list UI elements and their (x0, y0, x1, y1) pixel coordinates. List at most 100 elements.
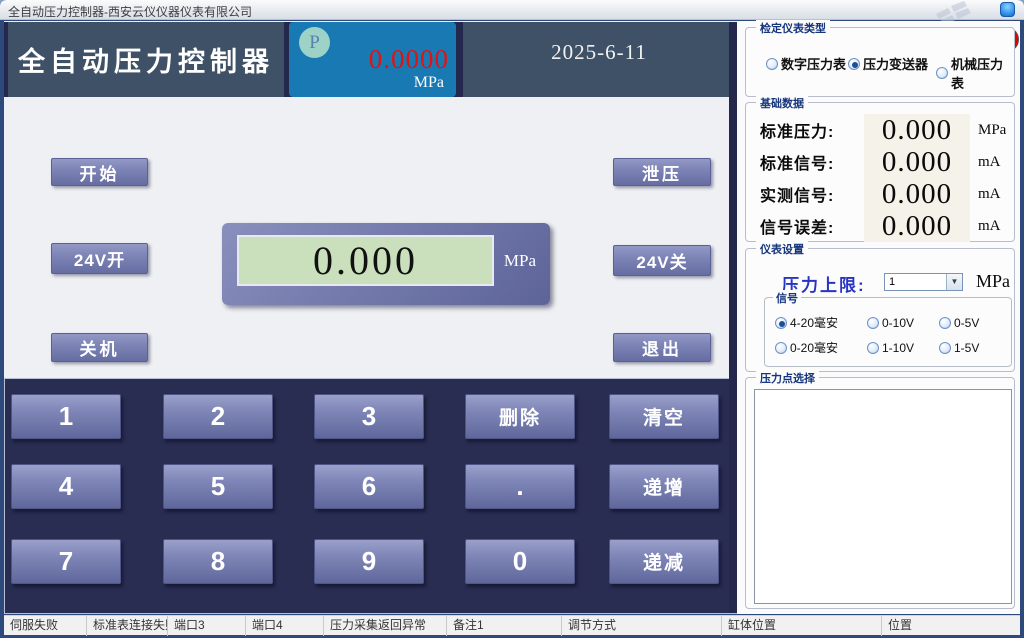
radio-mechanical-gauge-label: 机械压力表 (951, 54, 1014, 92)
radio-4-20ma[interactable] (775, 317, 787, 329)
signal-error-unit: mA (978, 218, 1001, 235)
titlebar-icon[interactable] (1000, 2, 1015, 17)
window-title: 全自动压力控制器-西安云仪仪器仪表有限公司 (8, 3, 252, 20)
signal-error-value: 0.000 (864, 210, 970, 242)
statusbar: 伺服失败 标准表连接失败 端口3 端口4 压力采集返回异常 备注1 调节方式 缸… (4, 615, 1020, 635)
measured-signal-row: 实测信号: 0.000 mA (760, 178, 1010, 210)
meter-settings-title: 仪表设置 (756, 241, 808, 257)
start-button[interactable]: 开始 (51, 158, 148, 186)
radio-digital-gauge-label: 数字压力表 (781, 54, 846, 73)
pressure-limit-value: 1 (889, 276, 895, 288)
pressure-limit-combobox[interactable]: 1 ▼ (884, 273, 963, 291)
standard-signal-row: 标准信号: 0.000 mA (760, 146, 1010, 178)
key-decrement[interactable]: 递减 (609, 539, 719, 584)
basic-data-group: 基础数据 标准压力: 0.000 MPa 标准信号: 0.000 mA 实测信号… (745, 102, 1015, 242)
standard-pressure-unit: MPa (978, 122, 1006, 139)
radio-0-5v-label: 0-5V (954, 316, 979, 330)
status-remark: 备注1 (447, 616, 562, 636)
status-standard-meter: 标准表连接失败 (87, 616, 168, 636)
measured-signal-unit: mA (978, 186, 1001, 203)
radio-1-10v-label: 1-10V (882, 341, 914, 355)
key-8[interactable]: 8 (163, 539, 273, 584)
signal-group: 信号 4-20毫安 0-10V 0-5V (764, 297, 1012, 367)
dropdown-arrow-icon[interactable]: ▼ (946, 274, 962, 290)
client-area: 全自动压力控制器 P 0.0000 MPa 2025-6-11 开始 泄压 24… (4, 21, 1020, 614)
status-port3: 端口3 (168, 616, 246, 636)
titlebar: 全自动压力控制器-西安云仪仪器仪表有限公司 (0, 0, 1024, 20)
measured-signal-value: 0.000 (864, 178, 970, 210)
lcd-display-panel: 0.000 MPa (222, 223, 550, 305)
standard-pressure-value: 0.000 (864, 114, 970, 146)
pressure-display-unit: MPa (414, 74, 444, 92)
pressure-points-group: 压力点选择 (745, 377, 1015, 609)
key-9[interactable]: 9 (314, 539, 424, 584)
measured-signal-label: 实测信号: (760, 182, 864, 206)
standard-signal-value: 0.000 (864, 146, 970, 178)
lcd-unit: MPa (504, 251, 536, 271)
radio-pressure-transmitter[interactable] (848, 58, 860, 70)
24v-on-button[interactable]: 24V开 (51, 243, 148, 274)
app-title: 全自动压力控制器 (18, 40, 274, 79)
pressure-limit-unit: MPa (976, 271, 1010, 292)
standard-signal-unit: mA (978, 154, 1001, 171)
pressure-display-panel: P 0.0000 MPa (289, 22, 456, 97)
exit-button[interactable]: 退出 (613, 333, 711, 362)
radio-0-5v[interactable] (939, 317, 951, 329)
24v-off-button[interactable]: 24V关 (613, 245, 711, 276)
status-port4: 端口4 (246, 616, 324, 636)
key-6[interactable]: 6 (314, 464, 424, 509)
standard-pressure-label: 标准压力: (760, 118, 864, 142)
key-1[interactable]: 1 (11, 394, 121, 439)
basic-data-title: 基础数据 (756, 95, 808, 111)
meter-type-title: 检定仪表类型 (756, 20, 830, 36)
radio-1-10v[interactable] (867, 342, 879, 354)
radio-1-5v-label: 1-5V (954, 341, 979, 355)
key-clear[interactable]: 清空 (609, 394, 719, 439)
radio-0-10v[interactable] (867, 317, 879, 329)
status-position: 位置 (882, 616, 1020, 636)
lcd-value: 0.000 (313, 237, 418, 284)
key-0[interactable]: 0 (465, 539, 575, 584)
shutdown-button[interactable]: 关机 (51, 333, 148, 362)
status-adjust-mode: 调节方式 (562, 616, 722, 636)
radio-0-20ma[interactable] (775, 342, 787, 354)
right-panel: 检定仪表类型 数字压力表 压力变送器 机械压力表 基础数据 标准压力 (737, 21, 1020, 614)
key-7[interactable]: 7 (11, 539, 121, 584)
radio-4-20ma-label: 4-20毫安 (790, 314, 838, 331)
radio-mechanical-gauge[interactable] (936, 67, 948, 79)
signal-error-row: 信号误差: 0.000 mA (760, 210, 1010, 242)
radio-1-5v[interactable] (939, 342, 951, 354)
key-delete[interactable]: 删除 (465, 394, 575, 439)
key-dot[interactable]: . (465, 464, 575, 509)
app-window: 全自动压力控制器-西安云仪仪器仪表有限公司 全自动压力控制器 P 0.0000 … (0, 0, 1024, 638)
signal-group-title: 信号 (773, 290, 801, 306)
header: 全自动压力控制器 P 0.0000 MPa 2025-6-11 (4, 22, 737, 97)
pressure-points-title: 压力点选择 (756, 370, 819, 386)
radio-0-10v-label: 0-10V (882, 316, 914, 330)
pressure-display-value: 0.0000 (289, 44, 449, 75)
pressure-points-listbox[interactable] (754, 389, 1012, 604)
radio-digital-gauge[interactable] (766, 58, 778, 70)
key-5[interactable]: 5 (163, 464, 273, 509)
status-cylinder-position: 缸体位置 (722, 616, 882, 636)
standard-signal-label: 标准信号: (760, 150, 864, 174)
meter-settings-group: 仪表设置 压力上限: 1 ▼ MPa 信号 4-20毫安 (745, 248, 1015, 372)
key-increment[interactable]: 递增 (609, 464, 719, 509)
key-4[interactable]: 4 (11, 464, 121, 509)
signal-error-label: 信号误差: (760, 214, 864, 238)
status-servo: 伺服失败 (4, 616, 87, 636)
release-pressure-button[interactable]: 泄压 (613, 158, 711, 186)
standard-pressure-row: 标准压力: 0.000 MPa (760, 114, 1010, 146)
key-3[interactable]: 3 (314, 394, 424, 439)
keypad-panel: 1 2 3 删除 清空 4 5 6 . 递增 7 8 9 0 递减 (4, 378, 737, 614)
meter-type-group: 检定仪表类型 数字压力表 压力变送器 机械压力表 (745, 27, 1015, 97)
lcd-screen: 0.000 (237, 235, 494, 286)
date-block: 2025-6-11 (463, 22, 735, 97)
radio-pressure-transmitter-label: 压力变送器 (863, 54, 928, 73)
radio-0-20ma-label: 0-20毫安 (790, 339, 838, 356)
panel-divider (729, 22, 737, 613)
app-title-block: 全自动压力控制器 (8, 22, 284, 97)
status-pressure-acquisition: 压力采集返回异常 (324, 616, 447, 636)
key-2[interactable]: 2 (163, 394, 273, 439)
date-text: 2025-6-11 (551, 40, 647, 65)
